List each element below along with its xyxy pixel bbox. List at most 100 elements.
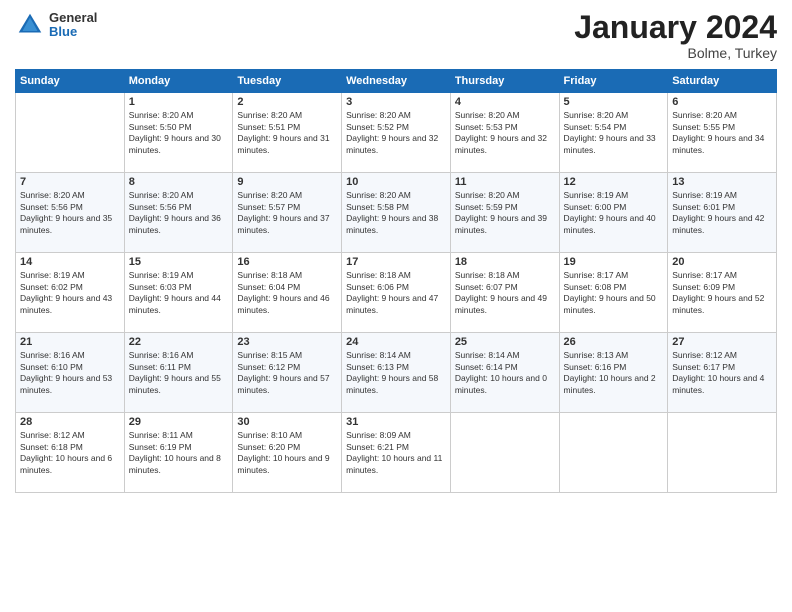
day-cell: 15 Sunrise: 8:19 AMSunset: 6:03 PMDayligh… (124, 253, 233, 333)
calendar-table: Sunday Monday Tuesday Wednesday Thursday… (15, 69, 777, 493)
day-cell: 20 Sunrise: 8:17 AMSunset: 6:09 PMDayligh… (668, 253, 777, 333)
day-number: 29 (129, 416, 229, 428)
day-info: Sunrise: 8:17 AMSunset: 6:08 PMDaylight:… (564, 270, 664, 316)
day-cell: 17 Sunrise: 8:18 AMSunset: 6:06 PMDayligh… (342, 253, 451, 333)
day-cell: 16 Sunrise: 8:18 AMSunset: 6:04 PMDayligh… (233, 253, 342, 333)
col-monday: Monday (124, 70, 233, 93)
day-info: Sunrise: 8:18 AMSunset: 6:04 PMDaylight:… (237, 270, 337, 316)
day-cell: 18 Sunrise: 8:18 AMSunset: 6:07 PMDayligh… (450, 253, 559, 333)
day-cell: 10 Sunrise: 8:20 AMSunset: 5:58 PMDayligh… (342, 173, 451, 253)
day-info: Sunrise: 8:15 AMSunset: 6:12 PMDaylight:… (237, 350, 337, 396)
day-info: Sunrise: 8:10 AMSunset: 6:20 PMDaylight:… (237, 430, 337, 476)
col-friday: Friday (559, 70, 668, 93)
day-cell: 12Sunrise: 8:19 AMSunset: 6:00 PMDayligh… (559, 173, 668, 253)
col-sunday: Sunday (16, 70, 125, 93)
day-number: 12 (564, 176, 664, 188)
day-info: Sunrise: 8:20 AMSunset: 5:56 PMDaylight:… (129, 190, 229, 236)
logo-icon (15, 10, 45, 40)
page-header: General Blue January 2024 Bolme, Turkey (15, 10, 777, 61)
col-wednesday: Wednesday (342, 70, 451, 93)
day-info: Sunrise: 8:20 AMSunset: 5:57 PMDaylight:… (237, 190, 337, 236)
day-info: Sunrise: 8:13 AMSunset: 6:16 PMDaylight:… (564, 350, 664, 396)
day-number: 1 (129, 96, 229, 108)
day-info: Sunrise: 8:19 AMSunset: 6:01 PMDaylight:… (672, 190, 772, 236)
day-cell: 24Sunrise: 8:14 AMSunset: 6:13 PMDayligh… (342, 333, 451, 413)
day-cell: 27 Sunrise: 8:12 AMSunset: 6:17 PMDayligh… (668, 333, 777, 413)
day-info: Sunrise: 8:20 AMSunset: 5:54 PMDaylight:… (564, 110, 664, 156)
day-number: 27 (672, 336, 772, 348)
day-number: 18 (455, 256, 555, 268)
week-row-5: 28Sunrise: 8:12 AMSunset: 6:18 PMDayligh… (16, 413, 777, 493)
day-number: 14 (20, 256, 120, 268)
day-cell: 30Sunrise: 8:10 AMSunset: 6:20 PMDayligh… (233, 413, 342, 493)
title-block: January 2024 Bolme, Turkey (574, 10, 777, 61)
day-number: 21 (20, 336, 120, 348)
week-row-3: 14Sunrise: 8:19 AMSunset: 6:02 PMDayligh… (16, 253, 777, 333)
day-info: Sunrise: 8:12 AMSunset: 6:17 PMDaylight:… (672, 350, 772, 396)
day-info: Sunrise: 8:09 AMSunset: 6:21 PMDaylight:… (346, 430, 446, 476)
day-number: 28 (20, 416, 120, 428)
day-number: 6 (672, 96, 772, 108)
col-thursday: Thursday (450, 70, 559, 93)
day-cell: 14Sunrise: 8:19 AMSunset: 6:02 PMDayligh… (16, 253, 125, 333)
day-cell: 5 Sunrise: 8:20 AMSunset: 5:54 PMDaylight… (559, 93, 668, 173)
day-number: 24 (346, 336, 446, 348)
day-info: Sunrise: 8:20 AMSunset: 5:56 PMDaylight:… (20, 190, 120, 236)
logo: General Blue (15, 10, 97, 40)
day-number: 9 (237, 176, 337, 188)
day-info: Sunrise: 8:20 AMSunset: 5:51 PMDaylight:… (237, 110, 337, 156)
day-info: Sunrise: 8:11 AMSunset: 6:19 PMDaylight:… (129, 430, 229, 476)
day-number: 4 (455, 96, 555, 108)
day-cell: 4Sunrise: 8:20 AMSunset: 5:53 PMDaylight… (450, 93, 559, 173)
logo-blue: Blue (49, 25, 97, 39)
day-number: 25 (455, 336, 555, 348)
day-number: 17 (346, 256, 446, 268)
col-saturday: Saturday (668, 70, 777, 93)
day-number: 3 (346, 96, 446, 108)
day-cell: 1 Sunrise: 8:20 AMSunset: 5:50 PMDaylight… (124, 93, 233, 173)
day-number: 26 (564, 336, 664, 348)
day-number: 13 (672, 176, 772, 188)
day-cell: 28Sunrise: 8:12 AMSunset: 6:18 PMDayligh… (16, 413, 125, 493)
day-info: Sunrise: 8:18 AMSunset: 6:06 PMDaylight:… (346, 270, 446, 316)
day-info: Sunrise: 8:20 AMSunset: 5:55 PMDaylight:… (672, 110, 772, 156)
week-row-2: 7 Sunrise: 8:20 AMSunset: 5:56 PMDaylight… (16, 173, 777, 253)
day-number: 31 (346, 416, 446, 428)
day-cell: 19 Sunrise: 8:17 AMSunset: 6:08 PMDayligh… (559, 253, 668, 333)
day-info: Sunrise: 8:19 AMSunset: 6:03 PMDaylight:… (129, 270, 229, 316)
day-info: Sunrise: 8:20 AMSunset: 5:52 PMDaylight:… (346, 110, 446, 156)
day-cell (16, 93, 125, 173)
day-info: Sunrise: 8:20 AMSunset: 5:59 PMDaylight:… (455, 190, 555, 236)
day-number: 19 (564, 256, 664, 268)
day-cell: 31 Sunrise: 8:09 AMSunset: 6:21 PMDayligh… (342, 413, 451, 493)
calendar-header: Sunday Monday Tuesday Wednesday Thursday… (16, 70, 777, 93)
calendar-body: 1 Sunrise: 8:20 AMSunset: 5:50 PMDaylight… (16, 93, 777, 493)
col-tuesday: Tuesday (233, 70, 342, 93)
location-subtitle: Bolme, Turkey (574, 45, 777, 61)
month-title: January 2024 (574, 10, 777, 45)
day-info: Sunrise: 8:16 AMSunset: 6:10 PMDaylight:… (20, 350, 120, 396)
day-info: Sunrise: 8:16 AMSunset: 6:11 PMDaylight:… (129, 350, 229, 396)
day-info: Sunrise: 8:14 AMSunset: 6:14 PMDaylight:… (455, 350, 555, 396)
day-number: 16 (237, 256, 337, 268)
day-number: 7 (20, 176, 120, 188)
day-cell: 6 Sunrise: 8:20 AMSunset: 5:55 PMDaylight… (668, 93, 777, 173)
day-cell: 13 Sunrise: 8:19 AMSunset: 6:01 PMDayligh… (668, 173, 777, 253)
day-info: Sunrise: 8:17 AMSunset: 6:09 PMDaylight:… (672, 270, 772, 316)
header-row: Sunday Monday Tuesday Wednesday Thursday… (16, 70, 777, 93)
day-number: 22 (129, 336, 229, 348)
day-number: 20 (672, 256, 772, 268)
day-number: 5 (564, 96, 664, 108)
day-cell: 22 Sunrise: 8:16 AMSunset: 6:11 PMDayligh… (124, 333, 233, 413)
day-info: Sunrise: 8:18 AMSunset: 6:07 PMDaylight:… (455, 270, 555, 316)
day-cell: 3 Sunrise: 8:20 AMSunset: 5:52 PMDaylight… (342, 93, 451, 173)
week-row-4: 21 Sunrise: 8:16 AMSunset: 6:10 PMDayligh… (16, 333, 777, 413)
day-info: Sunrise: 8:20 AMSunset: 5:50 PMDaylight:… (129, 110, 229, 156)
day-cell: 9 Sunrise: 8:20 AMSunset: 5:57 PMDaylight… (233, 173, 342, 253)
day-number: 8 (129, 176, 229, 188)
day-cell: 25 Sunrise: 8:14 AMSunset: 6:14 PMDayligh… (450, 333, 559, 413)
day-cell: 11Sunrise: 8:20 AMSunset: 5:59 PMDayligh… (450, 173, 559, 253)
day-number: 15 (129, 256, 229, 268)
day-info: Sunrise: 8:20 AMSunset: 5:58 PMDaylight:… (346, 190, 446, 236)
day-number: 10 (346, 176, 446, 188)
